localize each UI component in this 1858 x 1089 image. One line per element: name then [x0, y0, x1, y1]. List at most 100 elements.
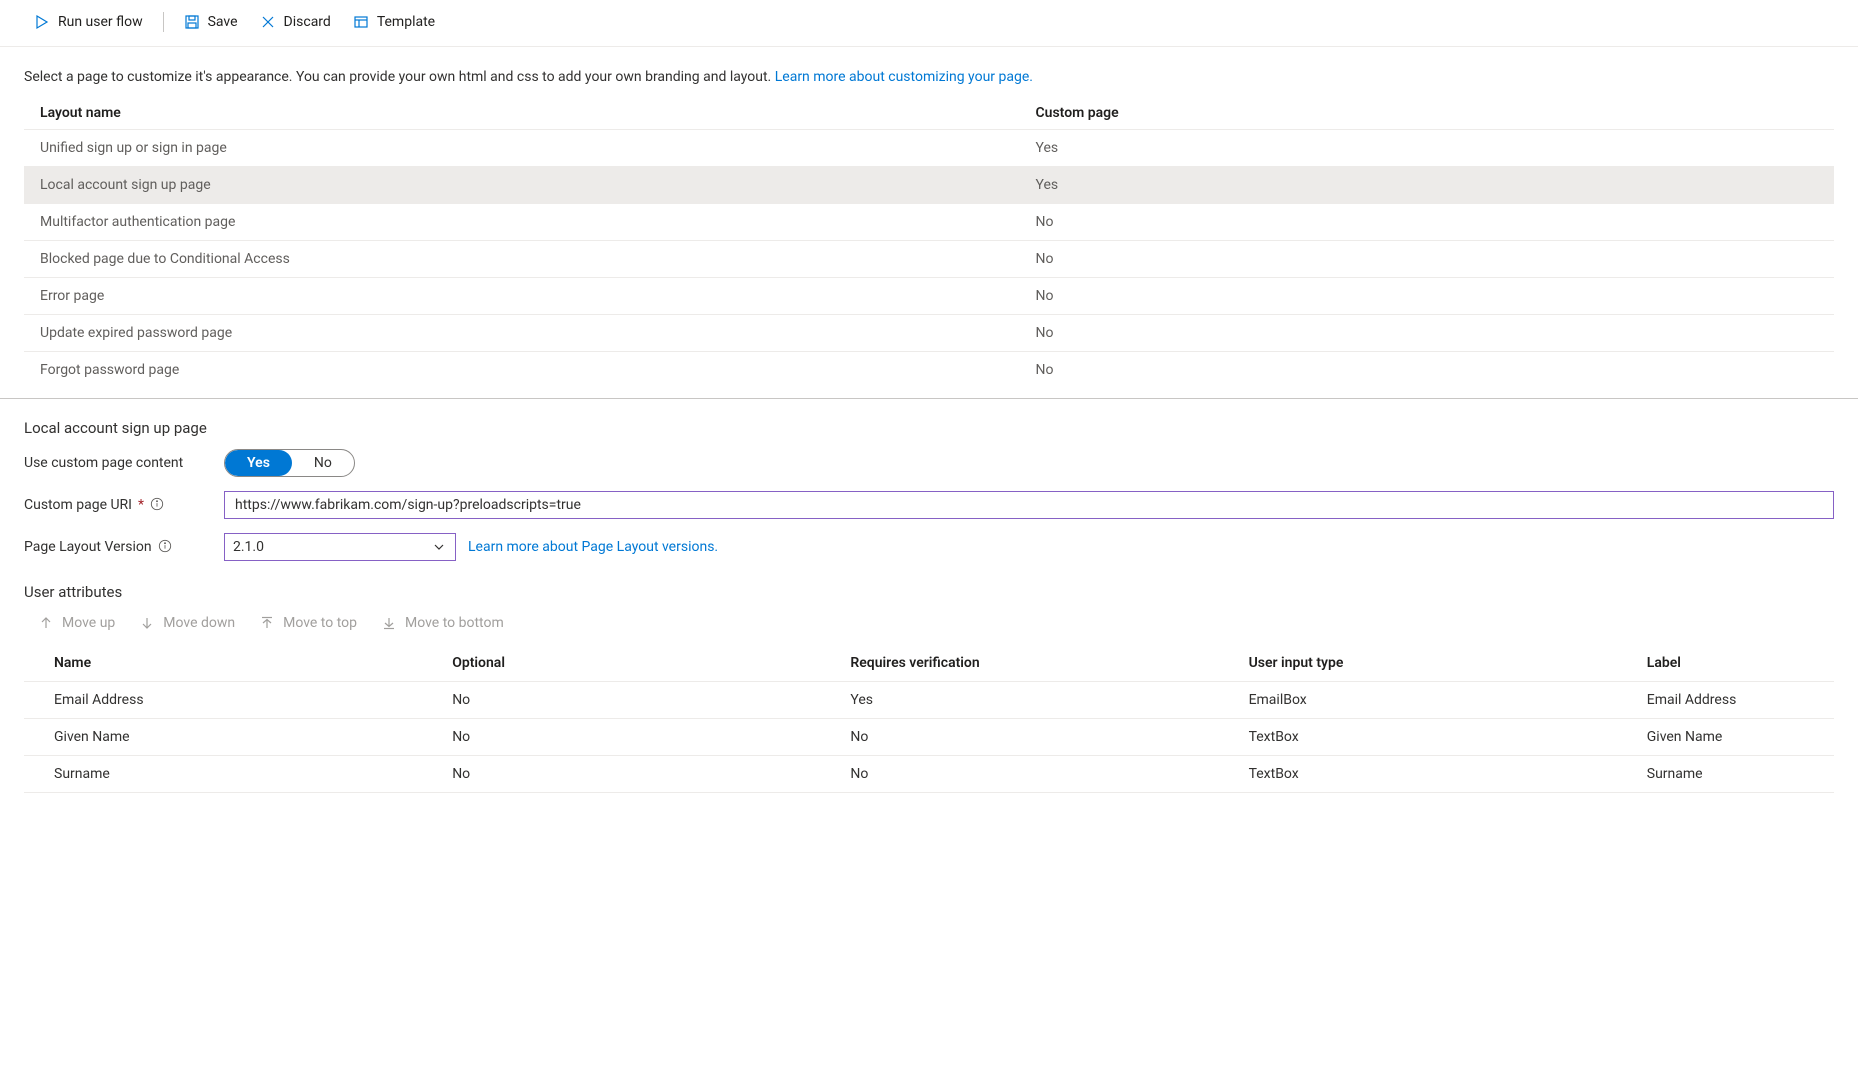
play-icon — [34, 14, 50, 30]
use-custom-toggle[interactable]: Yes No — [224, 449, 355, 477]
layout-custom-cell: No — [1020, 352, 1835, 389]
template-icon — [353, 14, 369, 30]
move-down-label: Move down — [163, 615, 235, 631]
page-description: Select a page to customize it's appearan… — [0, 47, 1858, 97]
col-attr-label: Label — [1617, 645, 1834, 682]
move-toolbar: Move up Move down Move to top Move to bo… — [24, 609, 1834, 637]
user-attributes-title: User attributes — [24, 583, 1834, 601]
attr-verify-cell: No — [820, 719, 1218, 756]
discard-label: Discard — [284, 14, 331, 30]
move-to-top-button[interactable]: Move to top — [249, 609, 367, 637]
version-select[interactable]: 2.1.0 — [224, 533, 456, 561]
attribute-row[interactable]: Email AddressNoYesEmailBoxEmail Address — [24, 682, 1834, 719]
attr-name-cell: Given Name — [24, 719, 422, 756]
attr-input-cell: TextBox — [1219, 756, 1617, 793]
attr-name-cell: Email Address — [24, 682, 422, 719]
uri-label-text: Custom page URI — [24, 497, 132, 513]
info-icon[interactable] — [150, 497, 166, 513]
attr-label-cell: Email Address — [1617, 682, 1834, 719]
version-value: 2.1.0 — [233, 539, 264, 555]
layout-custom-cell: No — [1020, 241, 1835, 278]
layout-name-cell: Multifactor authentication page — [24, 204, 1020, 241]
attr-input-cell: TextBox — [1219, 719, 1617, 756]
layout-name-cell: Unified sign up or sign in page — [24, 130, 1020, 167]
attr-optional-cell: No — [422, 682, 820, 719]
discard-icon — [260, 14, 276, 30]
template-label: Template — [377, 14, 435, 30]
detail-title: Local account sign up page — [24, 419, 1834, 437]
attr-label-cell: Given Name — [1617, 719, 1834, 756]
toggle-yes[interactable]: Yes — [225, 450, 292, 476]
required-asterisk: * — [138, 497, 144, 513]
layout-name-cell: Update expired password page — [24, 315, 1020, 352]
col-attr-verify: Requires verification — [820, 645, 1218, 682]
move-down-button[interactable]: Move down — [129, 609, 245, 637]
separator — [163, 12, 164, 32]
attr-label-cell: Surname — [1617, 756, 1834, 793]
move-top-label: Move to top — [283, 615, 357, 631]
attr-verify-cell: Yes — [820, 682, 1218, 719]
layout-row[interactable]: Blocked page due to Conditional AccessNo — [24, 241, 1834, 278]
version-label-text: Page Layout Version — [24, 539, 152, 555]
template-button[interactable]: Template — [343, 8, 445, 36]
attr-name-cell: Surname — [24, 756, 422, 793]
chevron-down-icon — [431, 539, 447, 555]
layout-name-cell: Blocked page due to Conditional Access — [24, 241, 1020, 278]
use-custom-label: Use custom page content — [24, 455, 212, 471]
layout-name-cell: Local account sign up page — [24, 167, 1020, 204]
attr-optional-cell: No — [422, 756, 820, 793]
version-label: Page Layout Version — [24, 539, 212, 555]
run-user-flow-button[interactable]: Run user flow — [24, 8, 153, 36]
layout-name-cell: Error page — [24, 278, 1020, 315]
layout-custom-cell: No — [1020, 315, 1835, 352]
save-icon — [184, 14, 200, 30]
arrow-top-icon — [259, 615, 275, 631]
layout-row[interactable]: Error pageNo — [24, 278, 1834, 315]
layout-row[interactable]: Update expired password pageNo — [24, 315, 1834, 352]
move-to-bottom-button[interactable]: Move to bottom — [371, 609, 514, 637]
move-bottom-label: Move to bottom — [405, 615, 504, 631]
attr-input-cell: EmailBox — [1219, 682, 1617, 719]
save-button[interactable]: Save — [174, 8, 248, 36]
save-label: Save — [208, 14, 238, 30]
custom-uri-label: Custom page URI * — [24, 497, 212, 513]
col-attr-input: User input type — [1219, 645, 1617, 682]
layout-custom-cell: Yes — [1020, 167, 1835, 204]
arrow-bottom-icon — [381, 615, 397, 631]
attr-verify-cell: No — [820, 756, 1218, 793]
custom-uri-row: Custom page URI * — [24, 491, 1834, 519]
attr-optional-cell: No — [422, 719, 820, 756]
layout-name-cell: Forgot password page — [24, 352, 1020, 389]
custom-uri-input[interactable] — [224, 491, 1834, 519]
layout-custom-cell: Yes — [1020, 130, 1835, 167]
move-up-button[interactable]: Move up — [28, 609, 125, 637]
arrow-down-icon — [139, 615, 155, 631]
info-icon[interactable] — [158, 539, 174, 555]
layout-custom-cell: No — [1020, 278, 1835, 315]
col-layout-name: Layout name — [24, 97, 1020, 130]
description-text: Select a page to customize it's appearan… — [24, 69, 775, 85]
col-custom-page: Custom page — [1020, 97, 1835, 130]
version-learn-more-link[interactable]: Learn more about Page Layout versions. — [468, 539, 718, 555]
col-attr-optional: Optional — [422, 645, 820, 682]
layout-row[interactable]: Unified sign up or sign in pageYes — [24, 130, 1834, 167]
run-label: Run user flow — [58, 14, 143, 30]
version-row: Page Layout Version 2.1.0 Learn more abo… — [24, 533, 1834, 561]
learn-more-link[interactable]: Learn more about customizing your page. — [775, 69, 1033, 85]
attributes-table: Name Optional Requires verification User… — [24, 645, 1834, 793]
command-bar: Run user flow Save Discard Template — [0, 0, 1858, 47]
use-custom-row: Use custom page content Yes No — [24, 449, 1834, 477]
layout-row[interactable]: Multifactor authentication pageNo — [24, 204, 1834, 241]
toggle-no[interactable]: No — [292, 450, 354, 476]
layouts-table: Layout name Custom page Unified sign up … — [24, 97, 1834, 388]
arrow-up-icon — [38, 615, 54, 631]
layout-row[interactable]: Local account sign up pageYes — [24, 167, 1834, 204]
attribute-row[interactable]: SurnameNoNoTextBoxSurname — [24, 756, 1834, 793]
attribute-row[interactable]: Given NameNoNoTextBoxGiven Name — [24, 719, 1834, 756]
discard-button[interactable]: Discard — [250, 8, 341, 36]
layout-detail-panel: Local account sign up page Use custom pa… — [0, 398, 1858, 817]
move-up-label: Move up — [62, 615, 115, 631]
layout-row[interactable]: Forgot password pageNo — [24, 352, 1834, 389]
layout-custom-cell: No — [1020, 204, 1835, 241]
col-attr-name: Name — [24, 645, 422, 682]
